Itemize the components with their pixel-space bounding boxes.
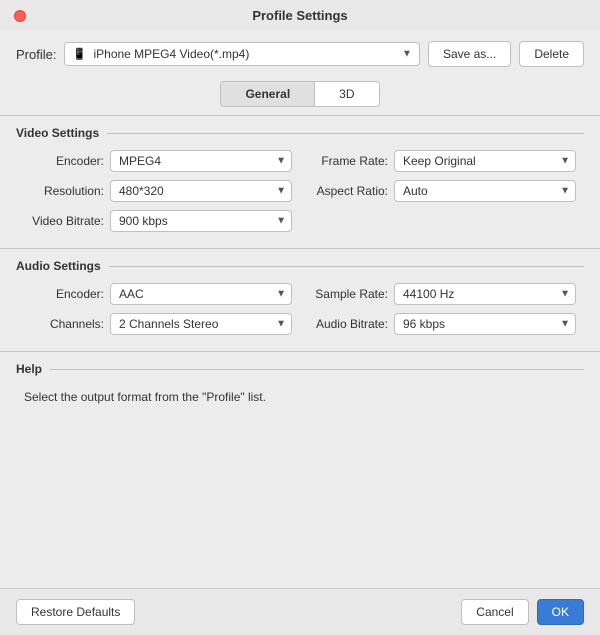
help-title: Help xyxy=(16,362,42,376)
audio-encoder-label: Encoder: xyxy=(24,287,104,301)
profile-select-wrapper: 📱 iPhone MPEG4 Video(*.mp4) ▼ xyxy=(64,42,419,66)
encoder-select[interactable]: MPEG4 xyxy=(110,150,292,172)
encoder-label: Encoder: xyxy=(24,154,104,168)
video-bitrate-select[interactable]: 900 kbps xyxy=(110,210,292,232)
channels-label: Channels: xyxy=(24,317,104,331)
ok-button[interactable]: OK xyxy=(537,599,584,625)
frame-rate-select-wrapper: Keep Original ▼ xyxy=(394,150,576,172)
video-settings-header: Video Settings xyxy=(16,126,584,140)
spacer-1 xyxy=(0,240,600,248)
frame-rate-select[interactable]: Keep Original xyxy=(394,150,576,172)
tabs-row: General 3D xyxy=(0,77,600,115)
help-section-line xyxy=(50,369,584,370)
tab-general[interactable]: General xyxy=(220,81,314,107)
cancel-button[interactable]: Cancel xyxy=(461,599,528,625)
aspect-ratio-select-wrapper: Auto ▼ xyxy=(394,180,576,202)
close-button[interactable] xyxy=(14,10,26,22)
channels-select-wrapper: 2 Channels Stereo ▼ xyxy=(110,313,292,335)
resolution-select-wrapper: 480*320 ▼ xyxy=(110,180,292,202)
aspect-ratio-label: Aspect Ratio: xyxy=(308,184,388,198)
audio-settings-grid: Encoder: AAC ▼ Sample Rate: 44100 Hz ▼ xyxy=(16,283,584,335)
help-section: Help Select the output format from the "… xyxy=(0,352,600,416)
aspect-ratio-row: Aspect Ratio: Auto ▼ xyxy=(308,180,576,202)
save-as-button[interactable]: Save as... xyxy=(428,41,511,67)
video-section-line xyxy=(107,133,584,134)
sample-rate-row: Sample Rate: 44100 Hz ▼ xyxy=(308,283,576,305)
frame-rate-label: Frame Rate: xyxy=(308,154,388,168)
window-content: Profile: 📱 iPhone MPEG4 Video(*.mp4) ▼ S… xyxy=(0,31,600,588)
channels-row: Channels: 2 Channels Stereo ▼ xyxy=(24,313,292,335)
audio-section-line xyxy=(109,266,584,267)
tab-3d[interactable]: 3D xyxy=(314,81,379,107)
encoder-select-wrapper: MPEG4 ▼ xyxy=(110,150,292,172)
audio-settings-title: Audio Settings xyxy=(16,259,101,273)
video-bitrate-row: Video Bitrate: 900 kbps ▼ xyxy=(24,210,292,232)
video-settings-section: Video Settings Encoder: MPEG4 ▼ Frame Ra… xyxy=(0,116,600,240)
video-settings-grid: Encoder: MPEG4 ▼ Frame Rate: Keep Origin… xyxy=(16,150,584,232)
sample-rate-select-wrapper: 44100 Hz ▼ xyxy=(394,283,576,305)
restore-defaults-button[interactable]: Restore Defaults xyxy=(16,599,135,625)
aspect-ratio-select[interactable]: Auto xyxy=(394,180,576,202)
help-text: Select the output format from the "Profi… xyxy=(16,386,584,408)
audio-encoder-select[interactable]: AAC xyxy=(110,283,292,305)
profile-row: Profile: 📱 iPhone MPEG4 Video(*.mp4) ▼ S… xyxy=(0,31,600,77)
profile-label: Profile: xyxy=(16,47,56,62)
video-bitrate-label: Video Bitrate: xyxy=(24,214,104,228)
channels-select[interactable]: 2 Channels Stereo xyxy=(110,313,292,335)
bottom-bar: Restore Defaults Cancel OK xyxy=(0,588,600,635)
audio-encoder-row: Encoder: AAC ▼ xyxy=(24,283,292,305)
sample-rate-label: Sample Rate: xyxy=(308,287,388,301)
video-settings-title: Video Settings xyxy=(16,126,99,140)
frame-rate-row: Frame Rate: Keep Original ▼ xyxy=(308,150,576,172)
audio-bitrate-select-wrapper: 96 kbps ▼ xyxy=(394,313,576,335)
audio-bitrate-label: Audio Bitrate: xyxy=(308,317,388,331)
title-bar: Profile Settings xyxy=(0,0,600,31)
encoder-row: Encoder: MPEG4 ▼ xyxy=(24,150,292,172)
help-header: Help xyxy=(16,362,584,376)
resolution-row: Resolution: 480*320 ▼ xyxy=(24,180,292,202)
audio-settings-header: Audio Settings xyxy=(16,259,584,273)
spacer-2 xyxy=(0,343,600,351)
audio-encoder-select-wrapper: AAC ▼ xyxy=(110,283,292,305)
sample-rate-select[interactable]: 44100 Hz xyxy=(394,283,576,305)
delete-button[interactable]: Delete xyxy=(519,41,584,67)
audio-bitrate-select[interactable]: 96 kbps xyxy=(394,313,576,335)
window-title: Profile Settings xyxy=(252,8,347,23)
audio-bitrate-row: Audio Bitrate: 96 kbps ▼ xyxy=(308,313,576,335)
resolution-select[interactable]: 480*320 xyxy=(110,180,292,202)
resolution-label: Resolution: xyxy=(24,184,104,198)
bottom-right-buttons: Cancel OK xyxy=(461,599,584,625)
audio-settings-section: Audio Settings Encoder: AAC ▼ Sample Rat… xyxy=(0,249,600,343)
profile-select[interactable]: iPhone MPEG4 Video(*.mp4) xyxy=(64,42,419,66)
video-bitrate-select-wrapper: 900 kbps ▼ xyxy=(110,210,292,232)
